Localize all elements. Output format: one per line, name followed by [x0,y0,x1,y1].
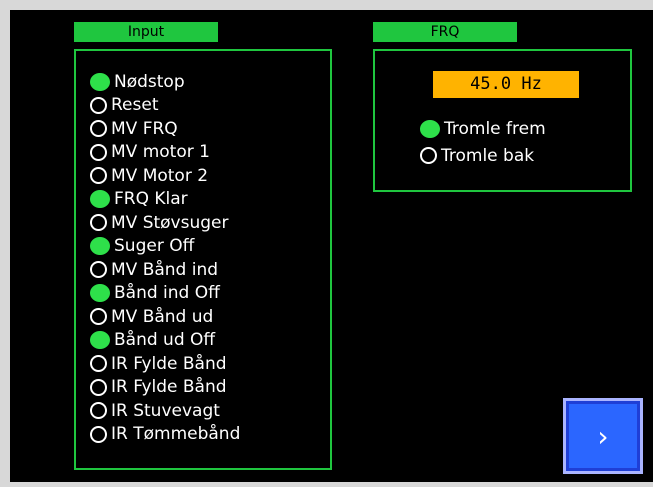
status-row: IR Tømmebånd [90,423,240,446]
frequency-display: 45.0 Hz [433,71,579,98]
led-off-icon [90,167,107,184]
status-label: Bånd ud Off [114,330,216,350]
status-label: MV FRQ [111,118,178,139]
status-label: FRQ Klar [114,189,188,209]
status-row: Bånd ud Off [90,329,215,352]
status-label: MV motor 1 [111,142,210,162]
led-on-icon [90,284,110,302]
status-row: IR Fylde Bånd [90,352,227,375]
status-row: Bånd ind Off [90,282,220,305]
led-on-icon [90,72,110,91]
status-label: IR Fylde Bånd [111,353,227,374]
led-on-icon [90,237,110,255]
status-label: IR Tømmebånd [111,424,241,444]
status-label: Nødstop [114,71,185,92]
status-row: Reset [90,94,159,117]
status-label: Bånd ind Off [114,283,220,303]
frq-panel-title: FRQ [373,22,517,42]
next-page-button[interactable]: › [563,398,643,474]
status-row: Tromle frem [420,117,546,140]
status-label: Suger Off [114,236,195,256]
led-off-icon [90,120,107,137]
status-label: MV Bånd ind [111,259,219,280]
status-row: MV motor 1 [90,141,210,164]
status-label: Reset [111,95,159,115]
led-on-icon [420,119,440,138]
status-label: MV Støvsuger [111,212,229,233]
led-off-icon [420,147,437,164]
status-row: MV Støvsuger [90,211,229,234]
led-off-icon [90,378,107,396]
status-row: MV Motor 2 [90,164,208,187]
led-on-icon [90,331,110,349]
status-row: MV Bånd ind [90,258,218,281]
status-row: IR Stuvevagt [90,399,220,422]
led-off-icon [90,402,107,419]
status-row: Suger Off [90,235,194,258]
led-off-icon [90,308,107,325]
hmi-screen: Input Nødstop Reset MV FRQ MV motor 1 MV Mot… [10,10,653,482]
status-row: MV FRQ [90,117,178,140]
status-label: Tromle frem [444,118,546,139]
chevron-right-icon: › [597,419,609,453]
status-row: Tromle bak [420,144,534,167]
led-off-icon [90,96,107,114]
led-off-icon [90,425,107,443]
status-row: FRQ Klar [90,188,188,211]
led-off-icon [90,214,107,231]
led-off-icon [90,261,107,278]
status-label: IR Stuvevagt [111,400,220,421]
input-panel-title: Input [74,22,218,42]
status-label: IR Fylde Bånd [111,377,227,397]
status-label: MV Motor 2 [111,165,209,186]
status-row: Nødstop [90,70,185,93]
status-row: IR Fylde Bånd [90,376,227,399]
status-label: MV Bånd ud [111,306,214,327]
led-off-icon [90,355,107,372]
led-off-icon [90,143,107,161]
status-row: MV Bånd ud [90,305,213,328]
status-label: Tromle bak [441,145,535,166]
led-on-icon [90,190,110,208]
